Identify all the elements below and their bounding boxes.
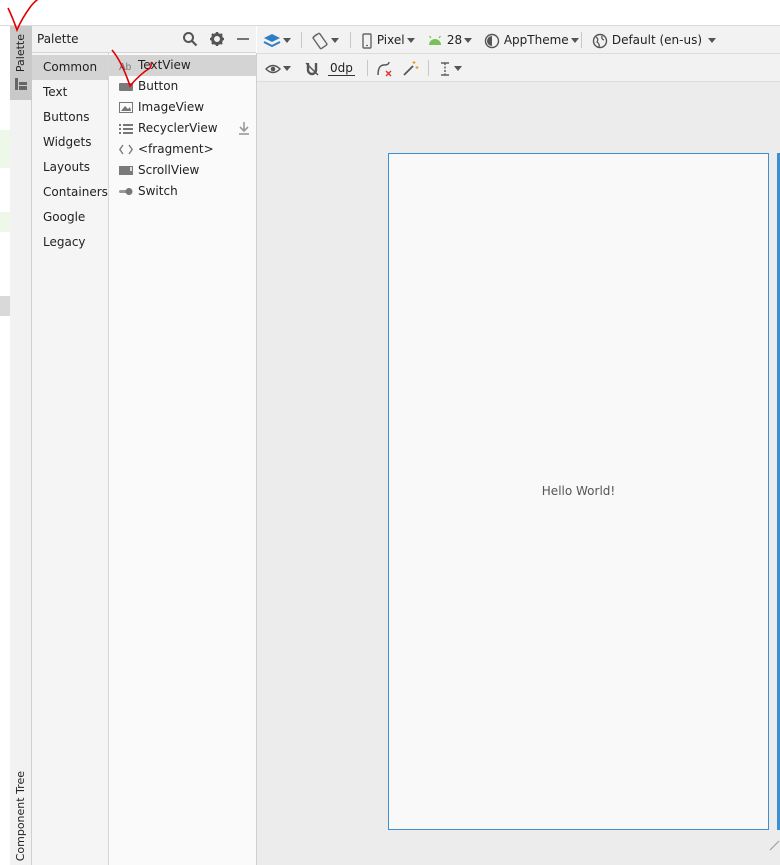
device-label: Pixel xyxy=(376,33,405,47)
locale-label: Default (en-us) xyxy=(611,33,703,47)
globe-icon xyxy=(592,33,608,48)
category-containers[interactable]: Containers xyxy=(32,180,108,205)
theme-label: AppTheme xyxy=(503,33,569,47)
palette-icon xyxy=(15,78,27,90)
theme-icon xyxy=(484,33,500,48)
layout-toolbar: 0dp xyxy=(257,54,780,82)
widget-imageview[interactable]: ImageView xyxy=(109,97,256,118)
device-preview[interactable]: Hello World! xyxy=(388,153,769,830)
tool-window-strip: Palette Component Tree xyxy=(10,26,32,865)
widget-fragment[interactable]: <fragment> xyxy=(109,139,256,160)
default-margin-label: 0dp xyxy=(328,61,355,76)
button-icon xyxy=(119,83,133,91)
svg-text:Ab: Ab xyxy=(119,62,132,72)
design-surface-button[interactable] xyxy=(263,26,291,54)
view-options-button[interactable] xyxy=(265,54,291,82)
download-icon[interactable] xyxy=(237,121,251,135)
category-layouts[interactable]: Layouts xyxy=(32,155,108,180)
palette-title: Palette xyxy=(37,32,79,46)
theme-selector[interactable]: AppTheme xyxy=(484,26,579,54)
autoconnect-toggle[interactable] xyxy=(304,54,320,82)
widget-switch[interactable]: Switch xyxy=(109,181,256,202)
component-tree-tab[interactable]: Component Tree xyxy=(10,765,32,865)
layers-icon xyxy=(263,33,281,47)
design-toolbar: Pixel 28 AppTheme Default (en-us) xyxy=(257,26,780,54)
locale-selector[interactable]: Default (en-us) xyxy=(592,26,717,54)
widget-textview[interactable]: Ab TextView xyxy=(109,55,256,76)
category-common[interactable]: Common xyxy=(32,55,108,80)
clear-constraints-button[interactable] xyxy=(375,54,393,82)
widget-recyclerview[interactable]: RecyclerView xyxy=(109,118,256,139)
palette-categories: Common Text Buttons Widgets Layouts Cont… xyxy=(32,53,109,865)
rotate-icon xyxy=(312,32,328,49)
magnet-off-icon xyxy=(305,62,319,75)
default-margin-selector[interactable]: 0dp xyxy=(328,54,355,82)
resize-handle-icon[interactable] xyxy=(768,838,780,852)
widget-label: Button xyxy=(138,79,179,93)
gutter-highlight xyxy=(0,212,10,232)
palette-widget-list: Ab TextView Button ImageView RecyclerVie… xyxy=(109,53,257,865)
gear-icon[interactable] xyxy=(209,31,225,47)
phone-icon xyxy=(362,32,372,49)
api-level-label: 28 xyxy=(446,33,463,47)
component-tree-tab-label: Component Tree xyxy=(14,771,27,862)
palette-tab[interactable]: Palette xyxy=(10,26,32,100)
palette-tab-label: Palette xyxy=(14,34,27,73)
widget-label: Switch xyxy=(138,184,178,198)
gutter-highlight xyxy=(0,296,10,316)
category-widgets[interactable]: Widgets xyxy=(32,130,108,155)
widget-label: <fragment> xyxy=(138,142,214,156)
api-level-selector[interactable]: 28 xyxy=(427,26,473,54)
gutter-highlight xyxy=(0,130,10,168)
widget-scrollview[interactable]: ScrollView xyxy=(109,160,256,181)
text-ab-icon: Ab xyxy=(119,62,132,72)
guideline-icon xyxy=(441,61,449,76)
widget-button[interactable]: Button xyxy=(109,76,256,97)
widget-label: RecyclerView xyxy=(138,121,218,135)
code-brackets-icon xyxy=(119,144,133,155)
editor-gutter xyxy=(0,26,10,865)
minimize-icon[interactable] xyxy=(235,31,251,47)
guidelines-button[interactable] xyxy=(438,54,462,82)
search-icon[interactable] xyxy=(182,31,198,47)
switch-icon xyxy=(119,188,133,195)
device-selector[interactable]: Pixel xyxy=(361,26,415,54)
magic-wand-icon xyxy=(403,60,419,76)
android-icon xyxy=(429,35,441,45)
widget-label: TextView xyxy=(138,58,191,72)
palette-header: Palette xyxy=(32,26,256,53)
scrollview-icon xyxy=(119,166,133,175)
category-google[interactable]: Google xyxy=(32,205,108,230)
widget-label: ImageView xyxy=(138,100,205,114)
widget-label: ScrollView xyxy=(138,163,200,177)
orientation-button[interactable] xyxy=(311,26,339,54)
hello-world-textview[interactable]: Hello World! xyxy=(389,484,768,498)
eye-icon xyxy=(265,64,281,73)
top-strip xyxy=(0,0,780,26)
clear-constraints-icon xyxy=(377,61,392,76)
image-icon xyxy=(119,102,133,113)
infer-constraints-button[interactable] xyxy=(401,54,419,82)
category-legacy[interactable]: Legacy xyxy=(32,230,108,255)
list-icon xyxy=(119,124,133,134)
category-text[interactable]: Text xyxy=(32,80,108,105)
category-buttons[interactable]: Buttons xyxy=(32,105,108,130)
